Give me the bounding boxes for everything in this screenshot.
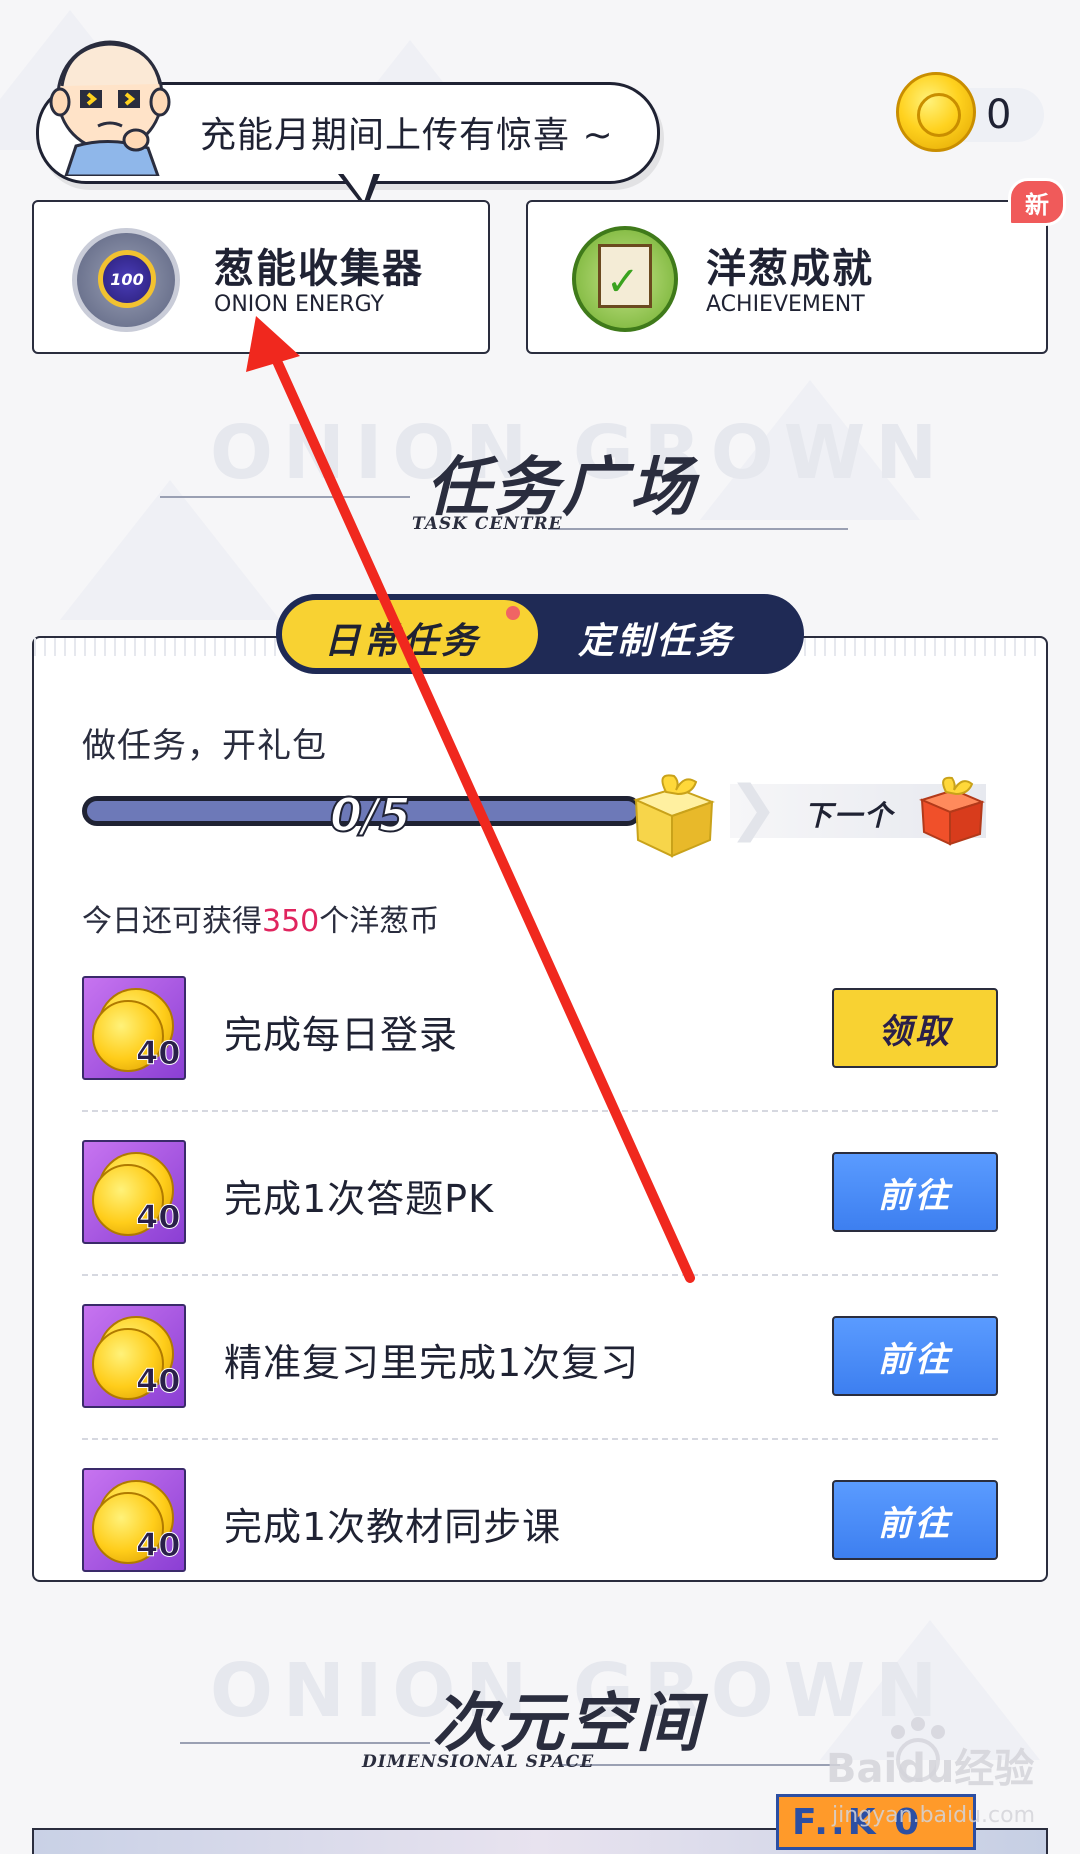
tab-custom-tasks[interactable]: 定制任务 — [578, 612, 734, 664]
task-panel — [32, 636, 1048, 1582]
checkmark-icon: ✓ — [606, 259, 640, 305]
notification-dot — [506, 606, 520, 620]
remaining-coins-prefix: 今日还可获得 — [82, 904, 262, 939]
onion-coin-icon — [896, 72, 976, 152]
onion-energy-subtitle: ONION ENERGY — [214, 292, 384, 317]
section-title-line-right — [560, 1764, 840, 1766]
remaining-coins-amount: 350 — [262, 904, 320, 939]
task-name: 精准复习里完成1次复习 — [224, 1341, 640, 1385]
speech-bubble-tail-fill — [342, 172, 374, 202]
next-reward-label: 下一个 — [804, 799, 895, 832]
dimensional-space-title: 次元空间 — [432, 1686, 704, 1761]
section-title-line-left — [160, 496, 410, 498]
bottom-banner-tag-text: F..K 0 — [792, 1802, 923, 1843]
task-progress-text: 0/5 — [329, 787, 412, 843]
task-divider — [82, 1274, 998, 1276]
go-button[interactable]: 前往 — [832, 1152, 998, 1232]
mascot-avatar-icon[interactable] — [48, 36, 178, 176]
task-name: 完成每日登录 — [224, 1013, 459, 1057]
remaining-coins-suffix: 个洋葱币 — [319, 904, 440, 939]
task-reward-icon: 40 — [82, 1140, 186, 1244]
onion-energy-badge-value: 100 — [98, 250, 156, 308]
dimensional-space-subtitle: DIMENSIONAL SPACE — [362, 1752, 595, 1772]
red-gift-box-icon[interactable] — [916, 774, 986, 848]
task-centre-subtitle: TASK CENTRE — [412, 514, 563, 534]
go-button[interactable]: 前往 — [832, 1480, 998, 1560]
task-reward-icon: 40 — [82, 1468, 186, 1572]
coin-count: 0 — [986, 92, 1012, 138]
gift-box-icon[interactable] — [626, 766, 718, 860]
section-title-line-right — [548, 528, 848, 530]
task-reward-value: 40 — [136, 1198, 182, 1237]
onion-energy-title: 葱能收集器 — [214, 246, 424, 292]
task-name: 完成1次教材同步课 — [224, 1505, 562, 1549]
task-divider — [82, 1438, 998, 1440]
task-reward-value: 40 — [136, 1526, 182, 1565]
claim-button[interactable]: 领取 — [832, 988, 998, 1068]
task-divider — [82, 1110, 998, 1112]
new-badge: 新 — [1008, 178, 1066, 226]
task-reward-icon: 40 — [82, 1304, 186, 1408]
achievement-subtitle: ACHIEVEMENT — [706, 292, 865, 317]
task-reward-value: 40 — [136, 1034, 182, 1073]
section-title-line-left — [180, 1742, 430, 1744]
background-triangle — [60, 480, 280, 620]
chevron-right-icon: ❯ — [728, 773, 779, 843]
remaining-coins-text: 今日还可获得350个洋葱币 — [82, 896, 439, 940]
tab-daily-tasks-label[interactable]: 日常任务 — [324, 612, 480, 664]
go-button[interactable]: 前往 — [832, 1316, 998, 1396]
speech-bubble-text: 充能月期间上传有惊喜 ~ — [200, 115, 614, 156]
achievement-title: 洋葱成就 — [706, 246, 874, 292]
task-reward-value: 40 — [136, 1362, 182, 1401]
task-name: 完成1次答题PK — [224, 1177, 495, 1221]
task-progress-heading: 做任务，开礼包 — [82, 726, 327, 766]
task-reward-icon: 40 — [82, 976, 186, 1080]
